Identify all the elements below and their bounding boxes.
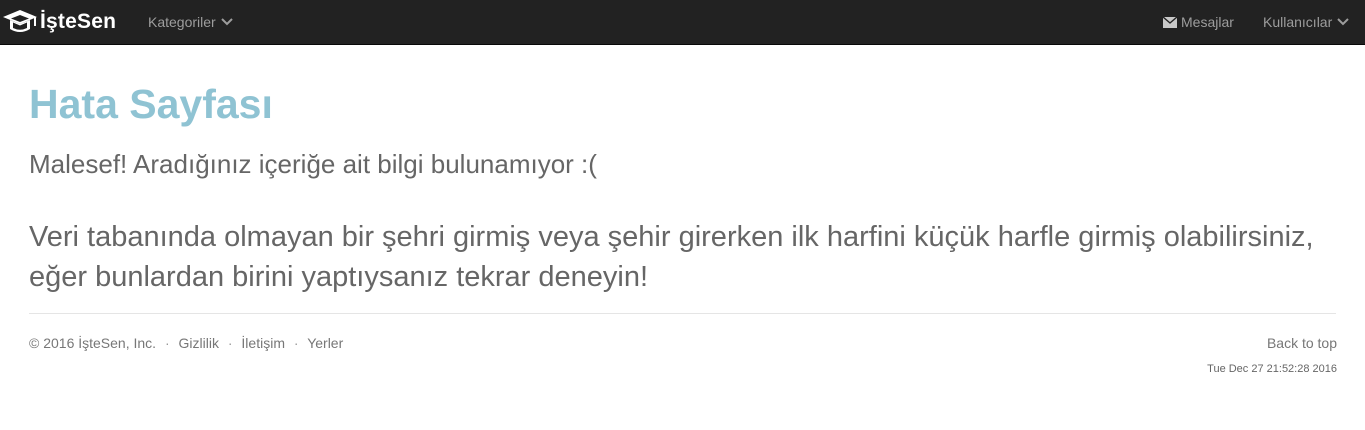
mesajlar-label: Mesajlar xyxy=(1181,14,1234,30)
footer-link-gizlilik[interactable]: Gizlilik xyxy=(179,335,219,351)
error-message: Malesef! Aradığınız içeriğe ait bilgi bu… xyxy=(29,149,597,179)
footer-divider xyxy=(29,313,1336,314)
back-to-top-link[interactable]: Back to top xyxy=(1267,335,1337,351)
footer-link-iletisim[interactable]: İletişim xyxy=(241,335,285,351)
footer-separator: · xyxy=(227,335,233,351)
kullanicilar-dropdown[interactable]: Kullanıcılar xyxy=(1263,0,1349,44)
error-hint: Veri tabanında olmayan bir şehri girmiş … xyxy=(29,221,1314,293)
brand-name: İşteSen xyxy=(40,10,117,33)
kategoriler-label: Kategoriler xyxy=(148,14,216,30)
brand-link[interactable]: İşteSen xyxy=(2,6,116,38)
copyright-text: © 2016 İşteSen, Inc. xyxy=(29,335,157,351)
footer-link-yerler[interactable]: Yerler xyxy=(307,335,343,351)
kullanicilar-label: Kullanıcılar xyxy=(1263,14,1333,30)
envelope-icon xyxy=(1163,16,1177,28)
server-timestamp: Tue Dec 27 21:52:28 2016 xyxy=(1207,363,1337,375)
mesajlar-link[interactable]: Mesajlar xyxy=(1163,0,1234,44)
footer-separator: · xyxy=(293,335,299,351)
footer-separator: · xyxy=(164,335,170,351)
footer-info: © 2016 İşteSen, Inc. · Gizlilik · İletiş… xyxy=(29,335,343,351)
navbar: İşteSen Kategoriler Mesajlar Kullanıcıla… xyxy=(0,0,1365,45)
chevron-down-icon xyxy=(1337,18,1349,26)
kategoriler-dropdown[interactable]: Kategoriler xyxy=(148,0,233,44)
graduation-cap-icon xyxy=(3,10,37,32)
page-title: Hata Sayfası xyxy=(29,81,273,127)
chevron-down-icon xyxy=(220,18,233,26)
